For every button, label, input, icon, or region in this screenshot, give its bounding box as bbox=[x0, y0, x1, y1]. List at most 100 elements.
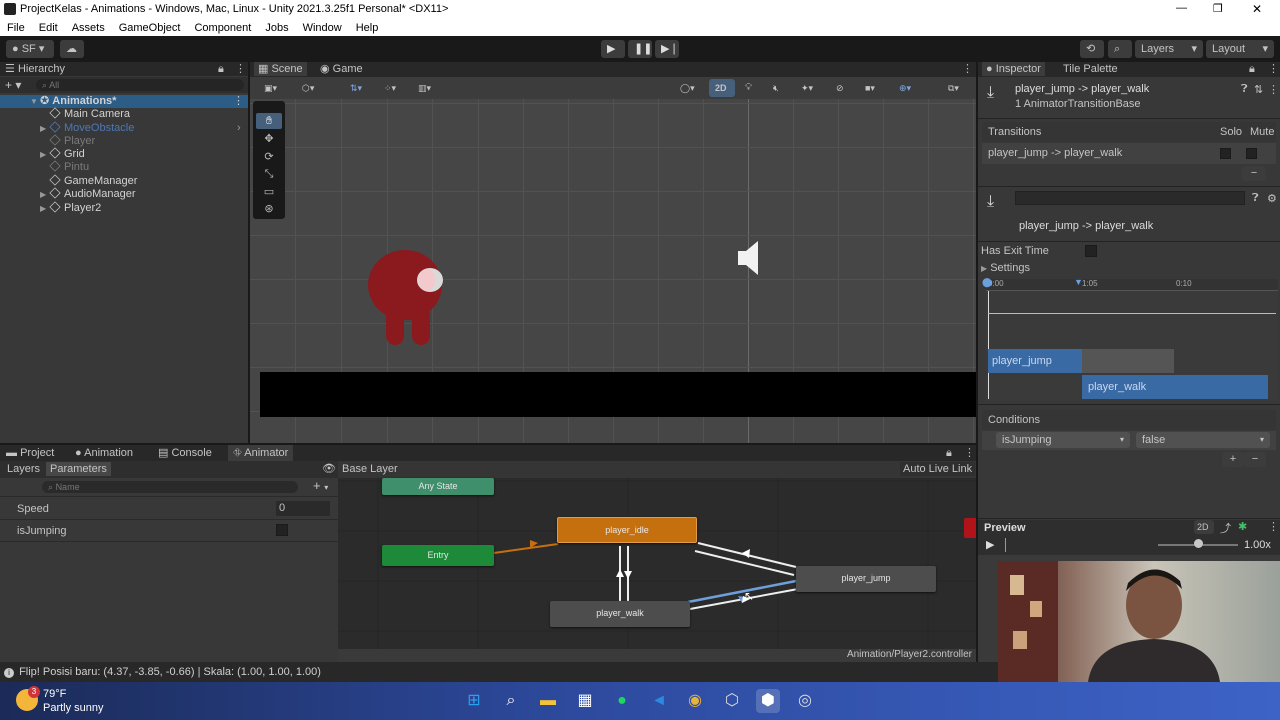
ground-platform[interactable] bbox=[260, 372, 976, 417]
parameter-bool-checkbox[interactable] bbox=[276, 524, 288, 536]
state-player-jump[interactable]: player_jump bbox=[796, 566, 936, 592]
transition-entry-idle[interactable] bbox=[493, 543, 559, 554]
player-character[interactable] bbox=[360, 247, 450, 352]
parameter-search-input[interactable]: ⌕ Name bbox=[42, 481, 298, 493]
toggle-2d-button[interactable]: 2D bbox=[709, 79, 735, 97]
lock-icon[interactable]: 🔒︎ bbox=[946, 445, 952, 461]
maximize-button[interactable]: ❐ bbox=[1213, 2, 1223, 15]
tab-parameters[interactable]: Parameters bbox=[46, 462, 111, 476]
store-icon[interactable]: ▦ bbox=[573, 689, 597, 713]
draw-mode-dropdown[interactable]: ▣▾ bbox=[258, 79, 292, 97]
preview-2d-button[interactable]: 2D bbox=[1194, 520, 1214, 534]
more-icon[interactable]: ⋮ bbox=[964, 445, 975, 461]
lock-icon[interactable]: 🔒︎ bbox=[218, 62, 224, 76]
tab-animator[interactable]: ⛗ Animator bbox=[228, 445, 294, 461]
vscode-icon[interactable]: ◄ bbox=[647, 689, 671, 713]
state-player-idle[interactable]: player_idle bbox=[557, 517, 697, 543]
hierarchy-search-input[interactable]: ⌕ All bbox=[36, 79, 244, 91]
menu-edit[interactable]: Edit bbox=[39, 20, 58, 36]
parameter-row[interactable]: Speed 0 bbox=[0, 498, 338, 520]
layers-dropdown[interactable]: Layers ▾ bbox=[1135, 40, 1203, 58]
tab-layers[interactable]: Layers bbox=[7, 463, 40, 475]
menu-help[interactable]: Help bbox=[356, 20, 379, 36]
more-icon[interactable]: ⋮ bbox=[233, 95, 244, 108]
solo-checkbox[interactable] bbox=[1220, 148, 1231, 159]
state-player-walk[interactable]: player_walk bbox=[550, 601, 690, 627]
hierarchy-item-audiomanager[interactable]: ▶ AudioManager bbox=[40, 187, 136, 201]
shading-dropdown[interactable]: ⬡▾ bbox=[296, 79, 330, 97]
condition-parameter-dropdown[interactable]: isJumping ▾ bbox=[996, 432, 1130, 448]
timeline-start-marker-icon[interactable]: ⬤ bbox=[982, 277, 992, 288]
transition-list-row[interactable]: player_jump -> player_walk bbox=[982, 143, 1276, 164]
lock-icon[interactable]: 🔒︎ bbox=[1249, 62, 1255, 76]
more-icon[interactable]: ⋮ bbox=[962, 62, 973, 76]
windows-start-icon[interactable]: ⊞ bbox=[462, 689, 486, 713]
lighting-toggle[interactable]: 💡︎ bbox=[739, 79, 763, 97]
eye-icon[interactable]: 👁︎ bbox=[322, 462, 336, 475]
visibility-toggle[interactable]: ⊘ bbox=[830, 79, 856, 97]
help-icon[interactable]: ❓︎ bbox=[1241, 83, 1248, 96]
effects-dropdown[interactable]: ✦▾ bbox=[795, 79, 825, 97]
state-any-state[interactable]: Any State bbox=[382, 478, 494, 495]
gizmos-dropdown[interactable]: ⊕▾ bbox=[893, 79, 925, 97]
spotify-icon[interactable]: ● bbox=[610, 689, 634, 713]
preset-icon[interactable]: ⇅ bbox=[1254, 83, 1263, 96]
camera-dropdown[interactable]: ■▾ bbox=[859, 79, 889, 97]
minimize-button[interactable]: — bbox=[1176, 2, 1187, 14]
file-explorer-icon[interactable]: ▬ bbox=[536, 689, 560, 713]
snap-increment-dropdown[interactable]: ▥▾ bbox=[412, 79, 442, 97]
auto-live-link-button[interactable]: Auto Live Link bbox=[900, 462, 976, 476]
hierarchy-item-player2[interactable]: ▶ Player2 bbox=[40, 201, 101, 215]
more-icon[interactable]: ⋮ bbox=[1268, 520, 1279, 533]
avatar-icon[interactable]: ✱ bbox=[1238, 520, 1247, 533]
unity-editor-icon[interactable]: ⬢ bbox=[756, 689, 780, 713]
grid-snap-dropdown[interactable]: ⁘▾ bbox=[378, 79, 408, 97]
unity-hub-icon[interactable]: ⬡ bbox=[720, 689, 744, 713]
chrome-icon[interactable]: ◉ bbox=[683, 689, 707, 713]
tab-tile-palette[interactable]: Tile Palette bbox=[1063, 62, 1118, 76]
has-exit-time-checkbox[interactable] bbox=[1085, 245, 1097, 257]
hierarchy-tab[interactable]: ☰ Hierarchy 🔒︎ ⋮ bbox=[0, 62, 248, 76]
pivot-icon[interactable]: ⤴ bbox=[1220, 520, 1231, 536]
close-button[interactable]: ✕ bbox=[1252, 2, 1262, 16]
account-button[interactable]: ● SF ▾ bbox=[6, 40, 54, 58]
render-mode-dropdown[interactable]: ◯▾ bbox=[674, 79, 704, 97]
hand-tool-button[interactable]: ✋︎ bbox=[256, 113, 282, 129]
obs-icon[interactable]: ◎ bbox=[793, 689, 817, 713]
timeline-exit-marker-icon[interactable]: ▼ bbox=[1074, 277, 1083, 287]
remove-transition-button[interactable]: − bbox=[1242, 166, 1266, 181]
hierarchy-item-player[interactable]: Player bbox=[40, 134, 95, 148]
mute-checkbox[interactable] bbox=[1246, 148, 1257, 159]
layout-dropdown[interactable]: Layout ▾ bbox=[1206, 40, 1274, 58]
scale-tool-button[interactable]: ⤡ bbox=[256, 166, 282, 182]
tab-scene[interactable]: ▦ Scene bbox=[254, 62, 307, 76]
add-condition-button[interactable]: + bbox=[1222, 452, 1244, 467]
more-icon[interactable]: ⋮ bbox=[1268, 83, 1279, 96]
tab-animation[interactable]: ● Animation bbox=[75, 445, 133, 461]
transform-tool-button[interactable]: ⊛ bbox=[256, 201, 282, 217]
gear-icon[interactable]: ⚙ bbox=[1267, 192, 1277, 205]
preview-play-button[interactable]: ▶ bbox=[986, 538, 994, 551]
hierarchy-item-pintu[interactable]: Pintu bbox=[40, 160, 89, 174]
state-entry[interactable]: Entry bbox=[382, 545, 494, 566]
pause-button[interactable]: ❚❚ bbox=[628, 40, 652, 58]
source-clip-bar[interactable]: player_jump bbox=[988, 349, 1082, 373]
move-tool-button[interactable]: ✥ bbox=[256, 131, 282, 147]
add-parameter-button[interactable]: + ▾ bbox=[313, 478, 328, 493]
tab-inspector[interactable]: ● Inspector bbox=[982, 62, 1045, 76]
play-button[interactable]: ▶ bbox=[601, 40, 625, 58]
transition-name-field[interactable] bbox=[1015, 191, 1245, 205]
hierarchy-item-main-camera[interactable]: Main Camera bbox=[40, 107, 130, 121]
parameter-row[interactable]: isJumping bbox=[0, 520, 338, 542]
settings-foldout[interactable]: ▶ Settings bbox=[981, 262, 1030, 274]
cloud-button[interactable]: ☁ bbox=[60, 40, 84, 58]
rotate-tool-button[interactable]: ⟳ bbox=[256, 149, 282, 165]
destination-clip-bar[interactable]: player_walk bbox=[1082, 375, 1268, 399]
gizmo-transform-dropdown[interactable]: ⇅▾ bbox=[344, 79, 374, 97]
parameter-value-field[interactable]: 0 bbox=[276, 501, 330, 516]
scene-view[interactable]: ✋︎ ✥ ⟳ ⤡ ▭ ⊛ bbox=[250, 77, 976, 443]
tab-project[interactable]: ▬ Project bbox=[6, 445, 54, 461]
animator-graph[interactable]: Base Layer Auto Live Link Any State Entr… bbox=[338, 461, 976, 662]
hierarchy-item-grid[interactable]: ▶ Grid bbox=[40, 147, 85, 161]
menu-window[interactable]: Window bbox=[303, 20, 342, 36]
